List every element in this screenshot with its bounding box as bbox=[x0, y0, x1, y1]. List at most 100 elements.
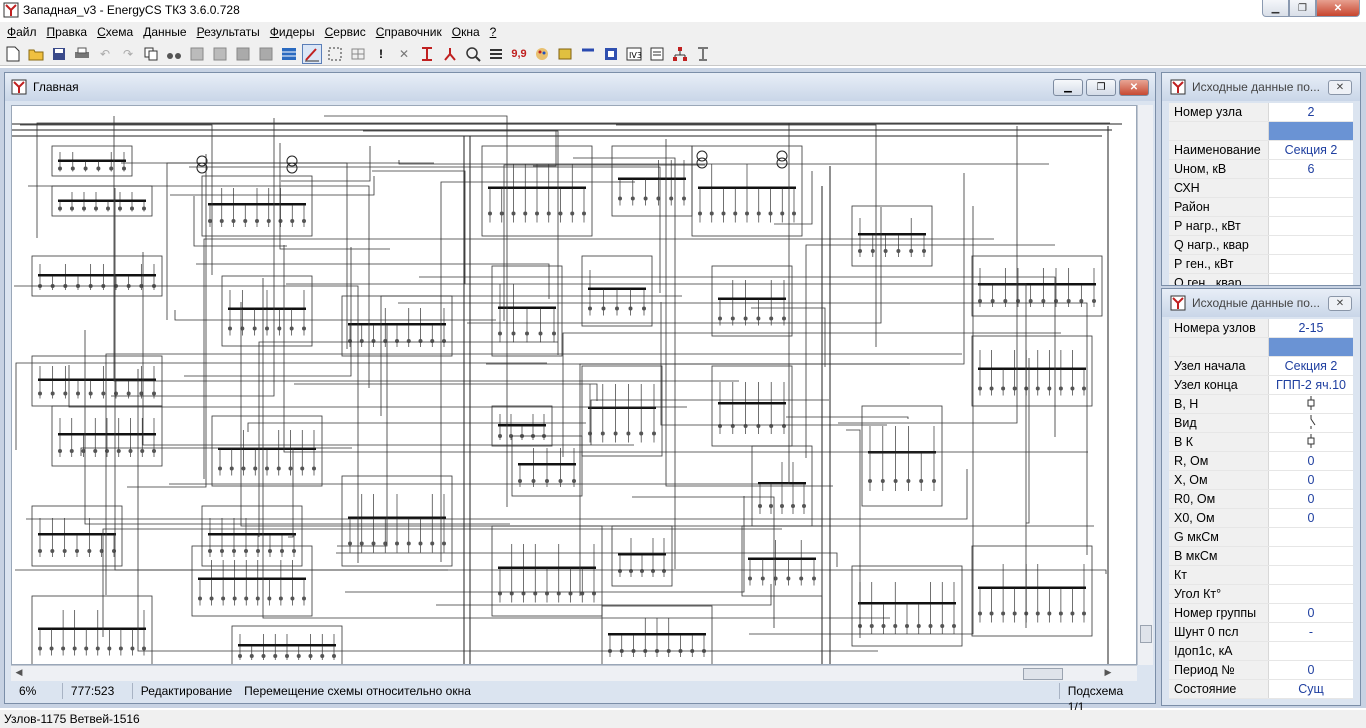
text-icon[interactable]: IV3 bbox=[624, 44, 644, 64]
copy-icon[interactable] bbox=[141, 44, 161, 64]
schema-diagram[interactable] bbox=[12, 106, 1137, 665]
undo-icon[interactable]: ↶ bbox=[95, 44, 115, 64]
property-row[interactable]: Узел начала Секция 2 bbox=[1169, 357, 1353, 376]
property-value[interactable] bbox=[1269, 566, 1353, 584]
open-icon[interactable] bbox=[26, 44, 46, 64]
property-value[interactable]: 0 bbox=[1269, 661, 1353, 679]
scroll-right-icon[interactable]: ▶ bbox=[1101, 667, 1115, 681]
property-row[interactable] bbox=[1169, 122, 1353, 141]
property-value[interactable]: Секция 2 bbox=[1269, 141, 1353, 159]
scroll-thumb[interactable] bbox=[1140, 625, 1152, 643]
horizontal-scrollbar[interactable]: ◀ ▶ bbox=[11, 665, 1137, 681]
property-value[interactable] bbox=[1269, 338, 1353, 356]
network-icon[interactable] bbox=[670, 44, 690, 64]
property-row[interactable]: Район bbox=[1169, 198, 1353, 217]
node-panel-caption[interactable]: Исходные данные по... ✕ bbox=[1162, 73, 1360, 101]
property-value[interactable] bbox=[1269, 217, 1353, 235]
property-value[interactable] bbox=[1269, 179, 1353, 197]
menu-windows[interactable]: Окна bbox=[447, 25, 485, 39]
menu-results[interactable]: Результаты bbox=[192, 25, 265, 39]
property-row[interactable]: СХН bbox=[1169, 179, 1353, 198]
property-value[interactable]: 2-15 bbox=[1269, 319, 1353, 337]
select-icon[interactable] bbox=[325, 44, 345, 64]
property-value[interactable] bbox=[1269, 642, 1353, 660]
property-value[interactable]: - bbox=[1269, 623, 1353, 641]
property-row[interactable]: Номер узла 2 bbox=[1169, 103, 1353, 122]
property-row[interactable]: Номера узлов 2-15 bbox=[1169, 319, 1353, 338]
property-value[interactable] bbox=[1269, 585, 1353, 603]
property-value[interactable]: 0 bbox=[1269, 490, 1353, 508]
branch-icon[interactable] bbox=[210, 44, 230, 64]
property-row[interactable]: В мкСм bbox=[1169, 547, 1353, 566]
menu-file[interactable]: Файл bbox=[2, 25, 42, 39]
minimize-button[interactable]: ▁ bbox=[1053, 79, 1083, 96]
menu-edit[interactable]: Правка bbox=[42, 25, 93, 39]
property-row[interactable]: Uном, кВ 6 bbox=[1169, 160, 1353, 179]
redo-icon[interactable]: ↷ bbox=[118, 44, 138, 64]
find-icon[interactable] bbox=[164, 44, 184, 64]
property-value[interactable] bbox=[1269, 528, 1353, 546]
property-value[interactable]: 0 bbox=[1269, 604, 1353, 622]
close-button[interactable]: ✕ bbox=[1119, 79, 1149, 96]
property-value[interactable] bbox=[1269, 433, 1353, 451]
property-row[interactable]: Iдоп1с, кА bbox=[1169, 642, 1353, 661]
property-value[interactable] bbox=[1269, 236, 1353, 254]
property-row[interactable]: Узел конца ГПП-2 яч.10 bbox=[1169, 376, 1353, 395]
minimize-button[interactable]: ▁ bbox=[1262, 0, 1289, 17]
property-row[interactable]: X, Ом 0 bbox=[1169, 471, 1353, 490]
close-button[interactable]: ✕ bbox=[1316, 0, 1360, 17]
branch-panel-caption[interactable]: Исходные данные по... ✕ bbox=[1162, 289, 1360, 317]
property-value[interactable] bbox=[1269, 198, 1353, 216]
layer-icon[interactable] bbox=[256, 44, 276, 64]
property-value[interactable] bbox=[1269, 274, 1353, 285]
property-row[interactable]: Вид bbox=[1169, 414, 1353, 433]
menu-reference[interactable]: Справочник bbox=[371, 25, 447, 39]
property-row[interactable]: Q нагр., квар bbox=[1169, 236, 1353, 255]
edit-pen-icon[interactable] bbox=[302, 43, 322, 64]
scroll-thumb[interactable] bbox=[1023, 668, 1063, 680]
property-row[interactable]: В К bbox=[1169, 433, 1353, 452]
restore-button[interactable]: ❐ bbox=[1086, 79, 1116, 96]
property-value[interactable]: 0 bbox=[1269, 509, 1353, 527]
frame-icon[interactable] bbox=[601, 44, 621, 64]
book-icon[interactable] bbox=[555, 44, 575, 64]
menu-data[interactable]: Данные bbox=[138, 25, 191, 39]
property-row[interactable]: Р нагр., кВт bbox=[1169, 217, 1353, 236]
property-row[interactable]: Шунт 0 псл - bbox=[1169, 623, 1353, 642]
property-row[interactable]: R, Ом 0 bbox=[1169, 452, 1353, 471]
menu-feeders[interactable]: Фидеры bbox=[265, 25, 320, 39]
property-value[interactable]: 6 bbox=[1269, 160, 1353, 178]
close-icon[interactable]: ✕ bbox=[1328, 296, 1352, 311]
grid2-icon[interactable] bbox=[348, 44, 368, 64]
new-icon[interactable] bbox=[3, 44, 23, 64]
fork-icon[interactable] bbox=[440, 44, 460, 64]
pole-icon[interactable] bbox=[693, 44, 713, 64]
scroll-left-icon[interactable]: ◀ bbox=[12, 667, 26, 681]
properties-icon[interactable] bbox=[647, 44, 667, 64]
property-value[interactable] bbox=[1269, 122, 1353, 140]
numbers-icon[interactable]: 9,9 bbox=[509, 44, 529, 64]
property-row[interactable]: Наименование Секция 2 bbox=[1169, 141, 1353, 160]
diagram-window-caption[interactable]: Главная bbox=[5, 73, 1155, 101]
palette-icon[interactable] bbox=[532, 44, 552, 64]
property-value[interactable] bbox=[1269, 395, 1353, 413]
list-icon[interactable] bbox=[486, 44, 506, 64]
maximize-button[interactable]: ❐ bbox=[1289, 0, 1316, 17]
delete-icon[interactable]: ✕ bbox=[394, 44, 414, 64]
property-row[interactable]: R0, Ом 0 bbox=[1169, 490, 1353, 509]
property-row[interactable]: Период № 0 bbox=[1169, 661, 1353, 680]
property-value[interactable]: Сущ bbox=[1269, 680, 1353, 698]
grid-icon[interactable] bbox=[233, 44, 253, 64]
vertical-scrollbar[interactable] bbox=[1137, 105, 1153, 665]
property-row[interactable]: X0, Ом 0 bbox=[1169, 509, 1353, 528]
table-icon[interactable] bbox=[279, 44, 299, 64]
line-icon[interactable] bbox=[578, 44, 598, 64]
save-icon[interactable] bbox=[49, 44, 69, 64]
bus-icon[interactable] bbox=[417, 44, 437, 64]
print-icon[interactable] bbox=[72, 44, 92, 64]
property-row[interactable]: Р ген., кВт bbox=[1169, 255, 1353, 274]
node-icon[interactable] bbox=[187, 44, 207, 64]
property-value[interactable]: 2 bbox=[1269, 103, 1353, 121]
property-value[interactable] bbox=[1269, 255, 1353, 273]
property-row[interactable]: Состояние Сущ bbox=[1169, 680, 1353, 699]
